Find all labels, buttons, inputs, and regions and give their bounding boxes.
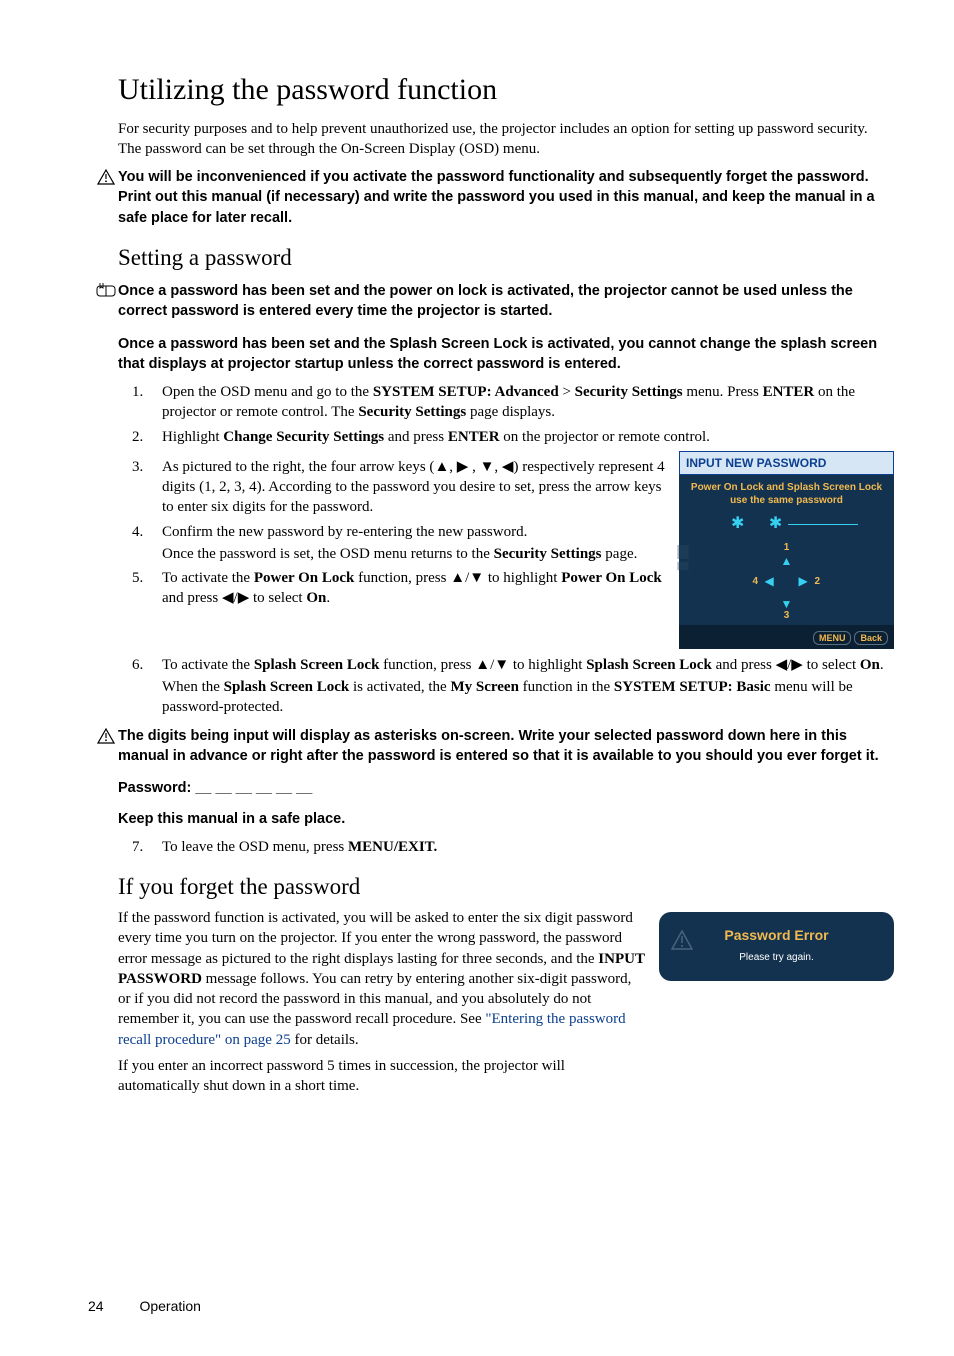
note-text-1: Once a password has been set and the pow…	[118, 281, 894, 322]
right-arrow-icon: ▶	[799, 573, 808, 589]
forget-password-heading: If you forget the password	[118, 871, 894, 902]
left-arrow-icon: ◀	[765, 573, 774, 589]
password-error-figure: Password Error Please try again.	[659, 912, 894, 980]
note-icon	[94, 281, 118, 297]
step-1: Open the OSD menu and go to the SYSTEM S…	[162, 382, 894, 423]
osd-back-button: Back	[854, 631, 888, 645]
password-blanks: Password: __ __ __ __ __ __	[118, 778, 894, 798]
warning-text-2: The digits being input will display as a…	[118, 726, 894, 767]
osd-title: INPUT NEW PASSWORD	[679, 451, 894, 475]
error-message: Please try again.	[669, 951, 884, 965]
step-7: To leave the OSD menu, press MENU/EXIT.	[162, 837, 894, 857]
step-2: Highlight Change Security Settings and p…	[162, 427, 894, 447]
step-4: Confirm the new password by re-entering …	[162, 522, 667, 565]
forget-paragraph-1: If the password function is activated, y…	[118, 908, 647, 1050]
step-6: To activate the Splash Screen Lock funct…	[162, 655, 894, 718]
osd-subtitle: Power On Lock and Splash Screen Lock use…	[687, 481, 886, 507]
osd-menu-button: MENU	[813, 631, 852, 645]
page-footer: 24 Operation	[88, 1297, 201, 1316]
error-title: Password Error	[669, 926, 884, 945]
step-5: To activate the Power On Lock function, …	[162, 568, 667, 609]
step-3: As pictured to the right, the four arrow…	[162, 457, 667, 518]
osd-direction-pad: 1 ▲ ▼ 3 4 ◀ ▶ 2	[687, 541, 886, 621]
page-number: 24	[88, 1298, 104, 1314]
note-text-2: Once a password has been set and the Spl…	[118, 334, 894, 375]
warning-icon	[94, 726, 118, 744]
warning-icon	[94, 167, 118, 185]
osd-stars: ✱ ✱	[687, 513, 886, 535]
footer-section: Operation	[139, 1298, 200, 1314]
keep-manual-text: Keep this manual in a safe place.	[118, 809, 894, 829]
warning-icon	[671, 930, 693, 950]
forget-paragraph-2: If you enter an incorrect password 5 tim…	[118, 1056, 647, 1097]
page-title: Utilizing the password function	[118, 70, 894, 111]
steps-list: Open the OSD menu and go to the SYSTEM S…	[118, 382, 894, 447]
up-arrow-icon: ▲	[781, 553, 793, 569]
warning-text-1: You will be inconvenienced if you activa…	[118, 167, 894, 228]
setting-password-heading: Setting a password	[118, 242, 894, 273]
intro-paragraph: For security purposes and to help preven…	[118, 119, 894, 160]
osd-input-password-figure: INPUT NEW PASSWORD Power On Lock and Spl…	[679, 451, 894, 649]
